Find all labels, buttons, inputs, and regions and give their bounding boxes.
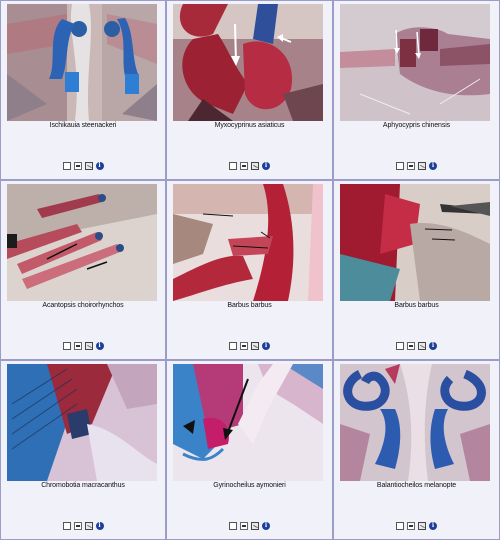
print-icon[interactable] bbox=[240, 522, 248, 530]
gallery-cell: Chromobotia macracanthus i bbox=[0, 360, 166, 540]
specimen-caption: Aphyocypris chinensis bbox=[382, 122, 451, 129]
info-icon[interactable]: i bbox=[429, 342, 437, 350]
specimen-caption: Balantiocheilos melanopte bbox=[376, 482, 457, 489]
specimen-caption: Ischikauia steenackeri bbox=[49, 122, 117, 129]
gallery-cell: Barbus barbus i bbox=[333, 180, 500, 360]
image-gallery-grid: Ischikauia steenackeri i Myxocyprinus as… bbox=[0, 0, 500, 540]
specimen-caption: Barbus barbus bbox=[227, 302, 272, 309]
item-toolbar: i bbox=[1, 342, 165, 350]
gallery-cell: Gyrinocheilus aymonieri i bbox=[166, 360, 333, 540]
item-toolbar: i bbox=[334, 342, 499, 350]
email-icon[interactable] bbox=[251, 522, 259, 530]
item-toolbar: i bbox=[334, 162, 499, 170]
gallery-cell: Barbus barbus i bbox=[166, 180, 333, 360]
info-icon[interactable]: i bbox=[95, 342, 104, 350]
specimen-image-acantopsis bbox=[7, 184, 157, 301]
print-icon[interactable] bbox=[73, 522, 82, 530]
specimen-thumbnail[interactable] bbox=[173, 184, 323, 301]
print-icon[interactable] bbox=[240, 342, 248, 350]
email-icon[interactable] bbox=[84, 162, 93, 170]
gallery-cell: Acantopsis choirorhynchos i bbox=[0, 180, 166, 360]
email-icon[interactable] bbox=[251, 162, 259, 170]
specimen-image-barbus-1 bbox=[173, 184, 323, 301]
specimen-thumbnail[interactable] bbox=[340, 364, 490, 481]
print-icon[interactable] bbox=[407, 522, 415, 530]
email-icon[interactable] bbox=[251, 342, 259, 350]
item-toolbar: i bbox=[167, 522, 332, 530]
email-icon[interactable] bbox=[84, 342, 93, 350]
item-toolbar: i bbox=[167, 342, 332, 350]
info-icon[interactable]: i bbox=[95, 522, 104, 530]
select-checkbox[interactable] bbox=[396, 162, 404, 170]
specimen-caption: Chromobotia macracanthus bbox=[41, 482, 125, 489]
specimen-thumbnail[interactable] bbox=[7, 364, 157, 481]
select-checkbox[interactable] bbox=[62, 342, 71, 350]
print-icon[interactable] bbox=[73, 162, 82, 170]
specimen-image-chromobotia bbox=[7, 364, 157, 481]
email-icon[interactable] bbox=[418, 162, 426, 170]
item-toolbar: i bbox=[167, 162, 332, 170]
specimen-image-balantiocheilos bbox=[340, 364, 490, 481]
specimen-thumbnail[interactable] bbox=[340, 184, 490, 301]
specimen-caption: Acantopsis choirorhynchos bbox=[42, 302, 124, 309]
email-icon[interactable] bbox=[418, 342, 426, 350]
gallery-cell: Myxocyprinus asiaticus i bbox=[166, 0, 333, 180]
item-toolbar: i bbox=[1, 522, 165, 530]
specimen-thumbnail[interactable] bbox=[340, 4, 490, 121]
select-checkbox[interactable] bbox=[229, 342, 237, 350]
select-checkbox[interactable] bbox=[396, 342, 404, 350]
email-icon[interactable] bbox=[84, 522, 93, 530]
info-icon[interactable]: i bbox=[429, 522, 437, 530]
item-toolbar: i bbox=[1, 162, 165, 170]
select-checkbox[interactable] bbox=[229, 522, 237, 530]
specimen-thumbnail[interactable] bbox=[7, 184, 157, 301]
info-icon[interactable]: i bbox=[95, 162, 104, 170]
print-icon[interactable] bbox=[407, 342, 415, 350]
select-checkbox[interactable] bbox=[62, 162, 71, 170]
specimen-thumbnail[interactable] bbox=[7, 4, 157, 121]
print-icon[interactable] bbox=[240, 162, 248, 170]
select-checkbox[interactable] bbox=[229, 162, 237, 170]
specimen-thumbnail[interactable] bbox=[173, 364, 323, 481]
gallery-cell: Balantiocheilos melanopte i bbox=[333, 360, 500, 540]
select-checkbox[interactable] bbox=[396, 522, 404, 530]
specimen-caption: Barbus barbus bbox=[394, 302, 439, 309]
select-checkbox[interactable] bbox=[62, 522, 71, 530]
specimen-image-barbus-2 bbox=[340, 184, 490, 301]
specimen-image-myxocyprinus bbox=[173, 4, 323, 121]
specimen-caption: Gyrinocheilus aymonieri bbox=[213, 482, 286, 489]
print-icon[interactable] bbox=[407, 162, 415, 170]
item-toolbar: i bbox=[334, 522, 499, 530]
info-icon[interactable]: i bbox=[262, 342, 270, 350]
gallery-cell: Aphyocypris chinensis i bbox=[333, 0, 500, 180]
gallery-cell: Ischikauia steenackeri i bbox=[0, 0, 166, 180]
info-icon[interactable]: i bbox=[262, 162, 270, 170]
specimen-thumbnail[interactable] bbox=[173, 4, 323, 121]
info-icon[interactable]: i bbox=[429, 162, 437, 170]
specimen-image-aphyocypris bbox=[340, 4, 490, 121]
specimen-image-gyrinocheilus bbox=[173, 364, 323, 481]
print-icon[interactable] bbox=[73, 342, 82, 350]
email-icon[interactable] bbox=[418, 522, 426, 530]
specimen-caption: Myxocyprinus asiaticus bbox=[214, 122, 285, 129]
specimen-image-ischikauia bbox=[7, 4, 157, 121]
info-icon[interactable]: i bbox=[262, 522, 270, 530]
